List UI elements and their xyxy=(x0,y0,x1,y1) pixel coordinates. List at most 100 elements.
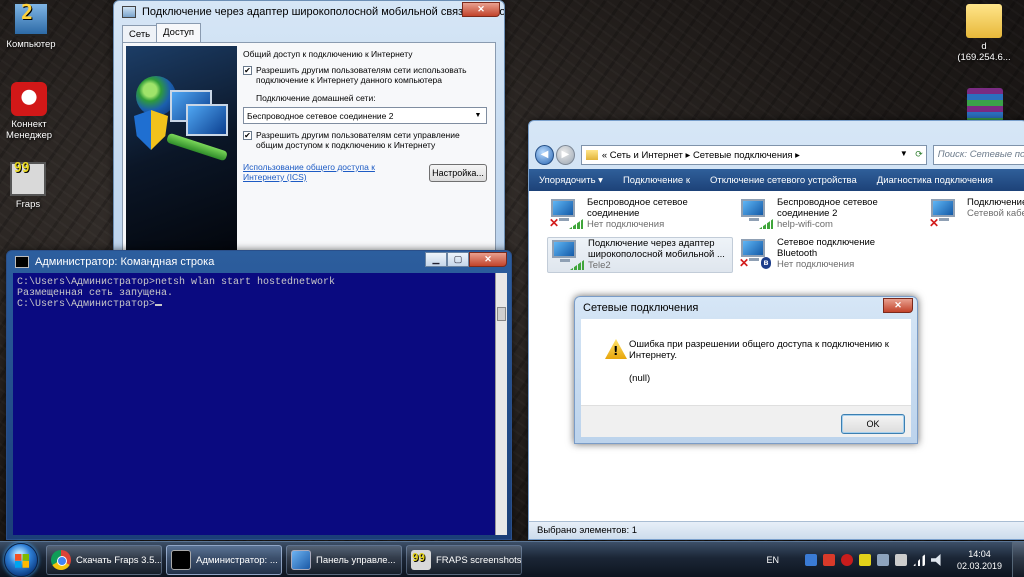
home-connection-select[interactable]: Беспроводное сетевое соединение 2 ▼ xyxy=(243,107,487,124)
maximize-button[interactable]: ▢ xyxy=(447,252,469,267)
ics-help-link[interactable]: Использование общего доступа к Интернету… xyxy=(243,162,393,182)
refresh-icon[interactable]: ⟳ xyxy=(915,149,923,160)
tray-antivirus-icon[interactable] xyxy=(822,554,835,566)
item-status: Нет подключения xyxy=(777,259,855,270)
settings-button[interactable]: Настройка... xyxy=(429,164,487,182)
allow-control-label: Разрешить другим пользователям сети упра… xyxy=(256,130,460,150)
start-button[interactable] xyxy=(4,543,38,577)
item-name: Подключение через адаптер широкополосной… xyxy=(588,238,725,260)
cmd-title: Администратор: Командная строка xyxy=(35,256,215,268)
item-name: Подключение по локальной сети xyxy=(967,197,1024,208)
item-status: Сетевой кабель xyxy=(967,208,1024,219)
list-item-selected[interactable]: Подключение через адаптер широкополосной… xyxy=(547,237,733,273)
organize-button[interactable]: Упорядочить ▾ xyxy=(529,175,613,186)
list-item[interactable]: ✕ Подключение по локальной сетиСетевой к… xyxy=(927,197,1024,233)
taskbar-label: Скачать Fraps 3.5.... xyxy=(76,554,162,566)
cable-icon xyxy=(165,132,229,162)
taskbar-button-chrome[interactable]: Скачать Fraps 3.5.... xyxy=(46,545,162,575)
forward-button[interactable]: ▶ xyxy=(555,145,575,165)
command-bar: Упорядочить ▾ Подключение к Отключение с… xyxy=(529,169,1024,191)
allow-share-label: Разрешить другим пользователям сети испо… xyxy=(256,65,467,85)
close-button[interactable]: ✕ xyxy=(469,252,507,267)
item-status: Tele2 xyxy=(588,260,611,271)
explorer-titlebar[interactable] xyxy=(529,121,1024,143)
error-detail: (null) xyxy=(629,373,651,384)
desktop-icon-fraps[interactable]: Fraps xyxy=(0,161,59,210)
list-item[interactable]: ✕ Беспроводное сетевое соединение Нет под… xyxy=(547,197,727,233)
props-titlebar[interactable]: Подключение через адаптер широкополосной… xyxy=(114,1,504,23)
error-title: Сетевые подключения xyxy=(583,302,699,314)
desktop-icon-folder-d[interactable]: d (169.254.6... xyxy=(953,4,1015,63)
error-dialog: Сетевые подключения ✕ Ошибка при разреше… xyxy=(574,296,918,444)
minimize-button[interactable]: ▁ xyxy=(425,252,447,267)
home-conn-label: Подключение домашней сети: xyxy=(256,93,376,103)
command-prompt-window: Администратор: Командная строка ▁ ▢ ✕ C:… xyxy=(6,250,512,540)
desktop-icon-label: Коннект Менеджер xyxy=(5,119,53,141)
ok-button[interactable]: OK xyxy=(841,414,905,434)
winrar-icon xyxy=(967,88,1003,122)
desktop-icon-label: Компьютер xyxy=(6,39,56,50)
tray-action-center-icon[interactable] xyxy=(876,554,889,566)
console-output[interactable]: C:\Users\Администратор>netsh wlan start … xyxy=(13,273,495,535)
back-button[interactable]: ◀ xyxy=(535,145,554,165)
vertical-scrollbar[interactable] xyxy=(495,273,507,535)
allow-share-row[interactable]: ✔ Разрешить другим пользователям сети ис… xyxy=(243,65,487,85)
error-titlebar[interactable]: Сетевые подключения xyxy=(575,297,917,319)
network-adapter-icon: ✕ xyxy=(927,197,963,229)
item-name: Беспроводное сетевое соединение 2 xyxy=(777,197,878,219)
tray-signal-icon[interactable] xyxy=(912,554,925,566)
item-name: Беспроводное сетевое соединение xyxy=(587,197,688,219)
network-icon xyxy=(122,6,136,18)
show-desktop-button[interactable] xyxy=(1012,542,1024,577)
scrollbar-thumb[interactable] xyxy=(497,307,506,321)
network-adapter-icon xyxy=(737,197,773,229)
network-adapter-icon: ✕ xyxy=(547,197,583,229)
desktop-icon-computer[interactable]: Компьютер xyxy=(0,0,62,50)
clock-date: 02.03.2019 xyxy=(956,561,1002,571)
tray-network-icon[interactable] xyxy=(804,554,817,566)
home-connection-value: Беспроводное сетевое соединение 2 xyxy=(247,110,394,121)
taskbar-button-fraps[interactable]: FRAPS screenshots xyxy=(406,545,522,575)
diagnose-button[interactable]: Диагностика подключения xyxy=(867,175,1003,186)
tray-device-icon[interactable] xyxy=(894,554,907,566)
disable-device-button[interactable]: Отключение сетевого устройства xyxy=(700,175,867,186)
tray-konnekt-icon[interactable] xyxy=(840,554,853,566)
monitor-icon xyxy=(186,104,228,136)
tray-fraps-icon[interactable] xyxy=(858,554,871,566)
chevron-down-icon[interactable]: ▼ xyxy=(900,149,908,158)
tray-volume-icon[interactable] xyxy=(930,554,941,566)
cmd-icon xyxy=(15,256,29,268)
list-item[interactable]: Беспроводное сетевое соединение 2 help-wi… xyxy=(737,197,917,233)
desktop-icon-konnekt[interactable]: Коннект Менеджер xyxy=(0,82,60,141)
address-bar[interactable]: « Сеть и Интернет ▸ Сетевые подключения … xyxy=(580,145,927,165)
tab-sharing[interactable]: Доступ xyxy=(156,23,202,43)
search-input[interactable]: Поиск: Сетевые подк xyxy=(932,145,1024,165)
close-button[interactable]: ✕ xyxy=(462,2,500,17)
taskbar: Скачать Fraps 3.5.... Администратор: ...… xyxy=(0,541,1024,577)
close-button[interactable]: ✕ xyxy=(883,298,913,313)
language-indicator[interactable]: EN xyxy=(766,555,779,565)
breadcrumb: « Сеть и Интернет ▸ Сетевые подключения … xyxy=(601,149,800,161)
warning-icon xyxy=(605,339,627,359)
allow-share-checkbox[interactable]: ✔ xyxy=(243,66,252,75)
allow-control-row[interactable]: ✔ Разрешить другим пользователям сети уп… xyxy=(243,130,487,150)
taskbar-button-cmd[interactable]: Администратор: ... xyxy=(166,545,282,575)
item-status: Нет подключения xyxy=(587,219,665,230)
console-prompt-line: C:\Users\Администратор> xyxy=(17,299,491,310)
connect-to-button[interactable]: Подключение к xyxy=(613,175,700,186)
clock-time: 14:04 xyxy=(968,549,991,559)
props-title: Подключение через адаптер широкополосной… xyxy=(142,6,504,18)
computer-icon xyxy=(13,0,49,36)
tray-clock[interactable]: 14:04 02.03.2019 xyxy=(957,548,1002,572)
sharing-page: Общий доступ к подключению к Интернету ✔… xyxy=(122,42,496,255)
allow-control-checkbox[interactable]: ✔ xyxy=(243,131,252,140)
cmd-icon xyxy=(171,550,191,570)
list-item[interactable]: ✕ ʙ Сетевое подключение Bluetooth Нет подк… xyxy=(737,237,917,273)
folder-icon xyxy=(966,4,1002,38)
console-prompt: C:\Users\Администратор> xyxy=(17,299,156,310)
taskbar-button-control-panel[interactable]: Панель управле... xyxy=(286,545,402,575)
desktop-icon-label: d (169.254.6... xyxy=(957,41,1011,63)
network-adapter-icon xyxy=(548,238,584,270)
konnekt-manager-icon xyxy=(11,82,47,116)
item-status: help-wifi-com xyxy=(777,219,833,230)
